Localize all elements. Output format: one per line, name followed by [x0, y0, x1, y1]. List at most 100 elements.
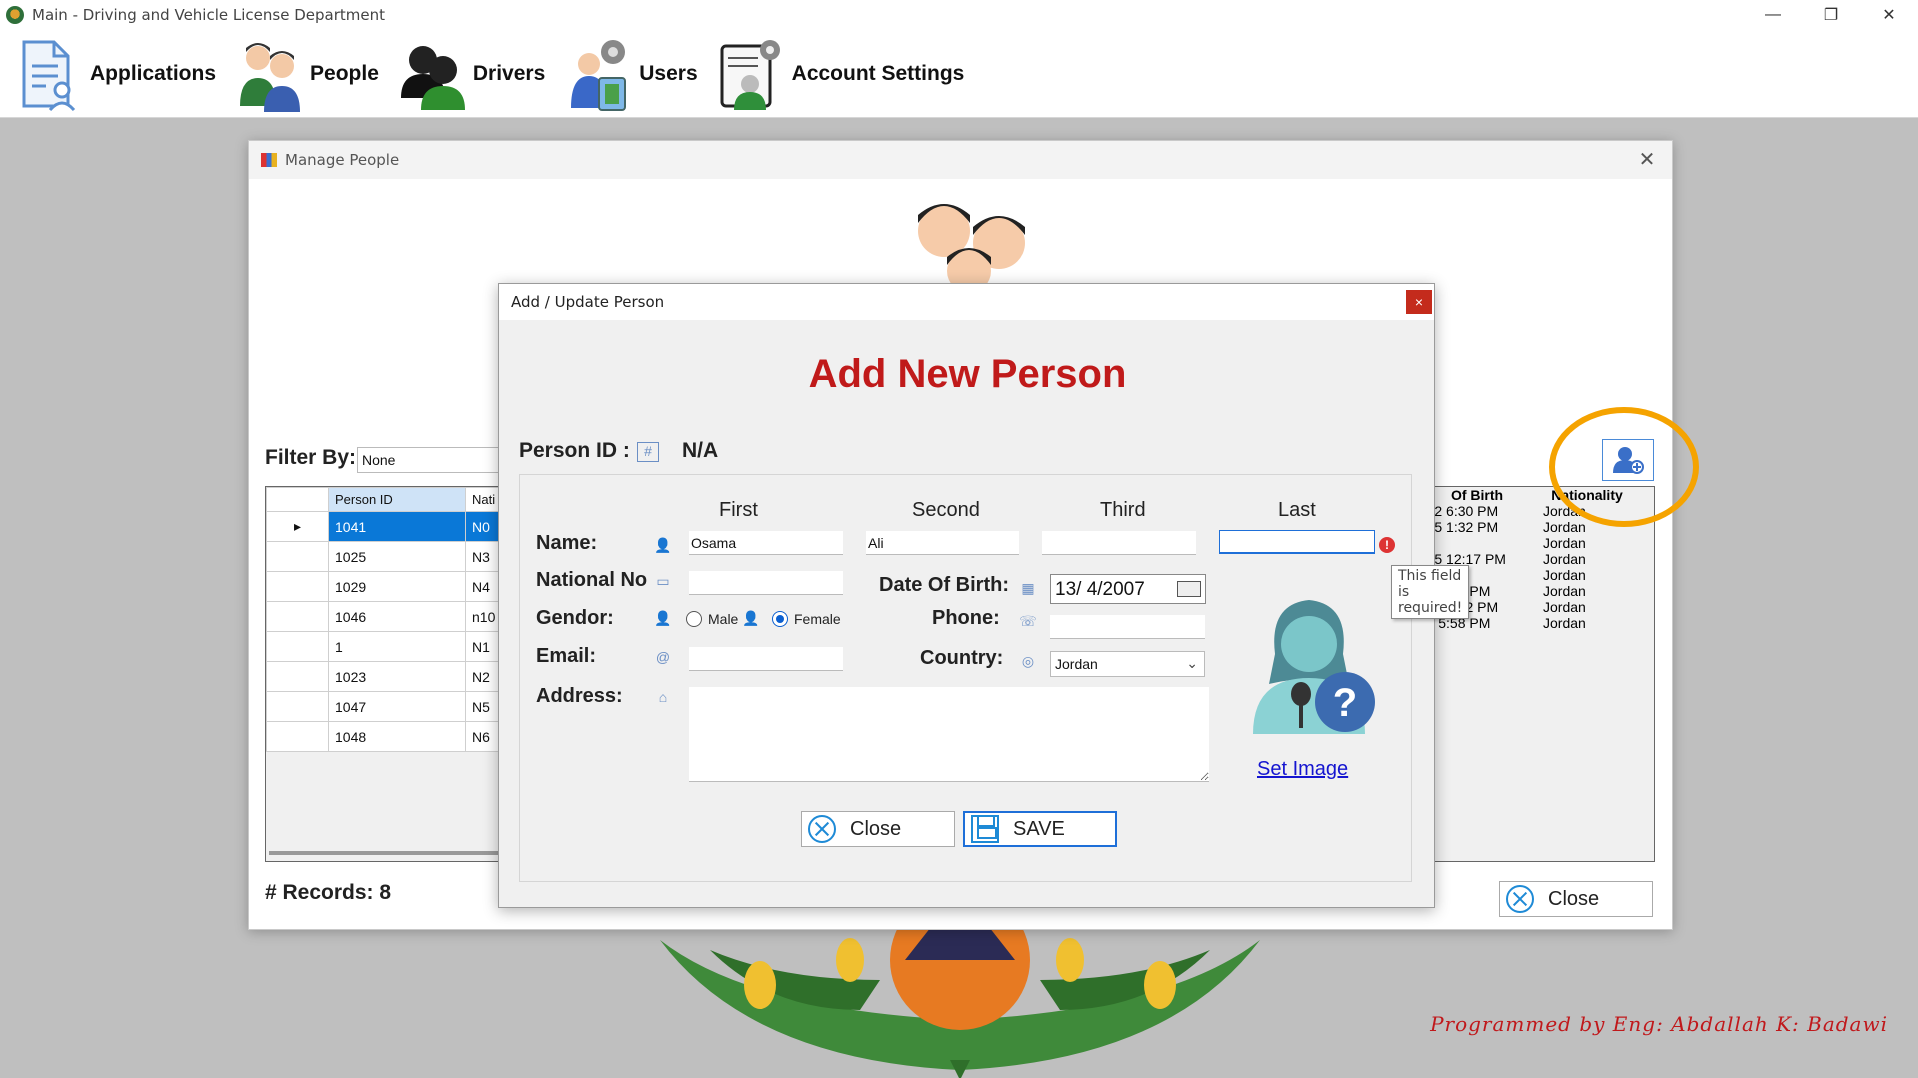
person-id-value: N/A — [682, 439, 719, 462]
name-label: Name: — [536, 532, 598, 554]
row-header — [266, 631, 329, 662]
calendar-dropdown-icon[interactable] — [1177, 581, 1201, 597]
second-name-header: Second — [912, 499, 980, 521]
female-radio-label: Female — [794, 611, 841, 627]
id-card-icon: ▭ — [656, 573, 670, 589]
table-row[interactable]: 1046 n10 — [266, 601, 506, 632]
cell-person-id: 1046 — [328, 601, 466, 632]
cell-person-id: 1048 — [328, 721, 466, 752]
hash-icon: # — [637, 442, 659, 462]
dialog-close-label: Close — [850, 817, 902, 840]
close-window-button[interactable]: ✕ — [1860, 0, 1918, 30]
dialog-title-bar: Add / Update Person — [499, 284, 1434, 320]
menu-drivers[interactable]: Drivers — [399, 34, 545, 114]
female-radio-dot — [772, 611, 788, 627]
people-grid-right-part: Of Birth Nationality 2002 6:30 PM Jordan… — [1411, 486, 1655, 862]
filter-by-select[interactable]: None — [357, 447, 517, 473]
svg-text:?: ? — [1333, 681, 1357, 725]
second-name-input[interactable] — [866, 531, 1019, 555]
manage-people-title-bar: Manage People — [249, 141, 1672, 179]
manage-people-close-icon[interactable]: ✕ — [1632, 147, 1662, 172]
menu-applications[interactable]: Applications — [16, 34, 216, 114]
email-input[interactable] — [689, 647, 843, 671]
developer-credit: Programmed by Eng: Abdallah K: Badawi — [1430, 1012, 1888, 1036]
row-header — [266, 541, 329, 572]
menu-people[interactable]: People — [236, 34, 379, 114]
calendar-icon: ▦ — [1021, 580, 1035, 596]
address-textarea[interactable] — [689, 687, 1209, 782]
people-group-icon — [918, 204, 1025, 286]
users-icon — [565, 36, 633, 112]
save-button[interactable]: SAVE — [963, 811, 1117, 847]
phone-input[interactable] — [1050, 615, 1205, 639]
male-person-icon: 👤 — [654, 610, 672, 626]
window-title: Main - Driving and Vehicle License Depar… — [32, 6, 385, 24]
person-id-label: Person ID : — [519, 439, 630, 462]
first-name-input[interactable] — [689, 531, 843, 555]
add-user-icon — [1613, 447, 1644, 474]
male-radio[interactable]: Male — [686, 611, 738, 627]
date-of-birth-picker[interactable]: 13/ 4/2007 — [1050, 574, 1206, 604]
menu-account-settings[interactable]: Account Settings — [718, 34, 965, 114]
set-image-link[interactable]: Set Image — [1257, 758, 1348, 781]
menu-users-label: Users — [639, 61, 698, 85]
cell-person-id: 1023 — [328, 661, 466, 692]
column-header-person-id[interactable]: Person ID — [328, 487, 466, 512]
cell-nationality: Jordan — [1543, 535, 1586, 551]
table-row[interactable]: Jordan — [1411, 535, 1631, 551]
globe-icon: ◎ — [1021, 653, 1035, 669]
female-radio[interactable]: Female — [772, 611, 841, 627]
horizontal-scrollbar[interactable] — [269, 851, 499, 855]
address-label: Address: — [536, 685, 623, 707]
menu-users[interactable]: Users — [565, 34, 698, 114]
male-radio-dot — [686, 611, 702, 627]
cell-nationality: Jordan — [1543, 567, 1586, 583]
cell-nationality: Jordan — [1543, 615, 1586, 631]
dialog-title: Add / Update Person — [511, 293, 665, 311]
national-no-input[interactable] — [689, 571, 843, 595]
row-header — [266, 691, 329, 722]
save-button-label: SAVE — [1013, 817, 1065, 840]
drivers-icon — [399, 36, 467, 112]
cell-person-id: 1 — [328, 631, 466, 662]
add-update-person-dialog: Add / Update Person × Add New Person Per… — [498, 283, 1470, 908]
last-name-input[interactable] — [1219, 530, 1375, 554]
dialog-close-icon[interactable]: × — [1406, 290, 1432, 314]
table-row[interactable]: 1029 N4 — [266, 571, 506, 602]
cell-person-id: 1025 — [328, 541, 466, 572]
person-icon: 👤 — [654, 537, 672, 553]
app-logo-icon — [6, 6, 24, 24]
country-select[interactable]: Jordan ⌄ — [1050, 651, 1205, 677]
table-row[interactable]: 1023 N2 — [266, 661, 506, 692]
save-disk-icon — [971, 815, 999, 843]
last-name-header: Last — [1278, 499, 1316, 521]
female-person-icon: 👤 — [742, 610, 760, 626]
menu-applications-label: Applications — [90, 61, 217, 85]
manage-people-close-button[interactable]: Close — [1499, 881, 1653, 917]
row-selector-icon: ▸ — [266, 511, 329, 542]
dialog-close-button[interactable]: Close — [801, 811, 955, 847]
cell-nationality: Jordan — [1543, 583, 1586, 599]
country-value: Jordan — [1055, 656, 1098, 672]
table-row[interactable]: 1025 N3 — [266, 541, 506, 572]
close-circle-icon — [1506, 885, 1534, 913]
phone-icon: ☏ — [1019, 613, 1037, 629]
table-row[interactable]: 1047 N5 — [266, 691, 506, 722]
cell-nationality: Jordan — [1543, 599, 1586, 615]
table-row[interactable]: 1 N1 — [266, 631, 506, 662]
restore-button[interactable]: ❐ — [1802, 0, 1860, 30]
dialog-heading: Add New Person — [808, 352, 1127, 396]
row-header — [266, 601, 329, 632]
table-row[interactable]: 1048 N6 — [266, 721, 506, 752]
people-table-left: Person ID Nati ▸ 1041 N0 1025 N3 1029 N4… — [266, 487, 506, 752]
cell-person-id: 1047 — [328, 691, 466, 722]
close-circle-icon — [808, 815, 836, 843]
menu-account-settings-label: Account Settings — [791, 61, 965, 85]
date-of-birth-value: 13/ 4/2007 — [1055, 579, 1145, 600]
table-row[interactable]: ▸ 1041 N0 — [266, 511, 506, 542]
add-person-button[interactable] — [1602, 439, 1654, 481]
third-name-input[interactable] — [1042, 531, 1196, 555]
row-header-corner — [266, 487, 329, 512]
minimize-button[interactable]: — — [1744, 0, 1802, 30]
title-bar: Main - Driving and Vehicle License Depar… — [0, 0, 1918, 30]
